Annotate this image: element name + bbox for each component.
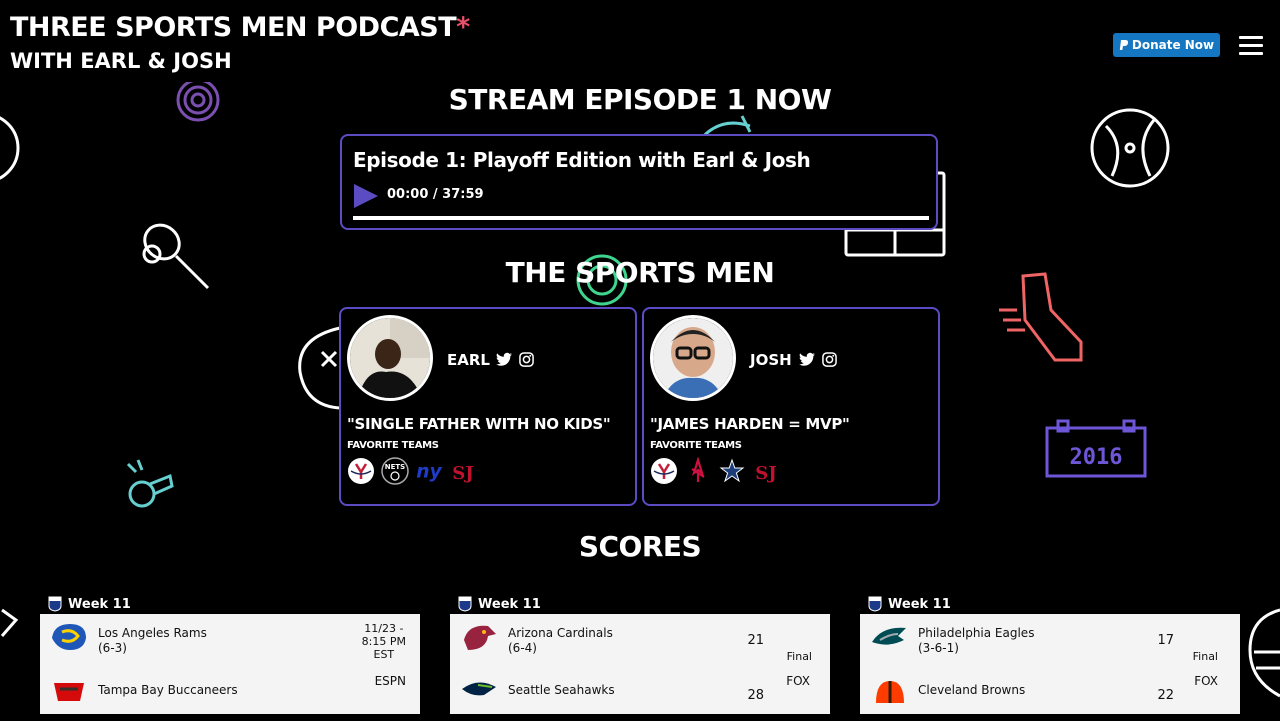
team-score: 28 bbox=[747, 688, 764, 703]
helmet-doodle-icon bbox=[1248, 608, 1280, 698]
week-label-text: Week 11 bbox=[478, 596, 541, 612]
game-card-cardinals-seahawks[interactable]: Arizona Cardinals (6-4) 21 Final Seattle … bbox=[450, 614, 830, 714]
game-card-rams-buccaneers[interactable]: Los Angeles Rams (6-3) 11/23 - 8:15 PM ES… bbox=[40, 614, 420, 714]
team-name: Tampa Bay Buccaneers bbox=[98, 683, 238, 697]
team-row: Tampa Bay Buccaneers bbox=[40, 669, 420, 721]
josh-photo bbox=[653, 318, 733, 398]
stream-heading: STREAM EPISODE 1 NOW bbox=[448, 83, 832, 116]
giants-logo-icon: ny bbox=[415, 457, 443, 485]
svg-text:NETS: NETS bbox=[385, 463, 405, 471]
flag-doodle-icon bbox=[0, 608, 18, 637]
progress-bar[interactable] bbox=[353, 216, 929, 220]
favorite-teams-list: SJ bbox=[650, 457, 780, 485]
game-network: ESPN bbox=[374, 674, 406, 688]
rams-logo-icon bbox=[52, 624, 86, 650]
favorite-teams-label: FAVORITE TEAMS bbox=[347, 440, 439, 451]
week-label-text: Week 11 bbox=[68, 596, 131, 612]
team-name: Los Angeles Rams (6-3) bbox=[98, 626, 207, 655]
host-card-earl: EARL "SINGLE FATHER WITH NO KIDS" FAVORI… bbox=[339, 307, 637, 506]
team-row: Seattle Seahawks 28 bbox=[450, 669, 830, 721]
team-score: 21 bbox=[747, 633, 764, 648]
site-title-star: * bbox=[456, 12, 470, 43]
play-icon[interactable] bbox=[353, 183, 379, 209]
game-status: Final bbox=[786, 650, 812, 663]
st-johns-logo-icon: SJ bbox=[449, 457, 477, 485]
team-name: Cleveland Browns bbox=[918, 683, 1026, 697]
host-name: EARL bbox=[447, 351, 490, 369]
hamburger-menu-icon[interactable] bbox=[1239, 36, 1263, 56]
scoreboard-2016-doodle-icon: 2016 bbox=[1045, 419, 1147, 478]
buccaneers-logo-icon bbox=[54, 683, 84, 701]
team-name: Seattle Seahawks bbox=[508, 683, 615, 697]
host-card-josh: JOSH "JAMES HARDEN = MVP" FAVORITE TEAMS… bbox=[642, 307, 940, 506]
week-label: Week 11 bbox=[458, 596, 541, 612]
favorite-teams-list: NETS ny SJ bbox=[347, 457, 477, 485]
site-title[interactable]: THREE SPORTS MEN PODCAST* WITH EARL & JO… bbox=[10, 10, 470, 76]
host-quote: "SINGLE FATHER WITH NO KIDS" bbox=[347, 415, 611, 433]
game-network: FOX bbox=[786, 674, 810, 688]
twitter-icon[interactable] bbox=[799, 352, 815, 367]
svg-text:2016: 2016 bbox=[1070, 445, 1123, 470]
site-title-line-1: THREE SPORTS MEN PODCAST* bbox=[10, 10, 470, 46]
site-subtitle: WITH EARL & JOSH bbox=[10, 49, 232, 73]
donate-button-label: Donate Now bbox=[1131, 38, 1215, 52]
yankees-logo-icon bbox=[650, 457, 678, 485]
game-card-eagles-browns[interactable]: Philadelphia Eagles (3-6-1) 17 Final Clev… bbox=[860, 614, 1240, 714]
week-label: Week 11 bbox=[868, 596, 951, 612]
football-doodle-icon bbox=[298, 326, 341, 410]
st-johns-logo-icon: SJ bbox=[752, 457, 780, 485]
browns-logo-icon bbox=[876, 681, 904, 703]
team-name: Arizona Cardinals (6-4) bbox=[508, 626, 613, 655]
host-quote: "JAMES HARDEN = MVP" bbox=[650, 415, 850, 433]
eagles-logo-icon bbox=[872, 627, 906, 645]
svg-text:ny: ny bbox=[416, 462, 442, 483]
team-score: 22 bbox=[1157, 688, 1174, 703]
team-row: Cleveland Browns 22 bbox=[860, 669, 1240, 721]
rockets-logo-icon bbox=[684, 457, 712, 485]
cardinals-logo-icon bbox=[464, 625, 496, 650]
cowboys-logo-icon bbox=[718, 457, 746, 485]
team-row: Arizona Cardinals (6-4) 21 bbox=[450, 614, 830, 666]
playback-time: 00:00 / 37:59 bbox=[387, 187, 484, 202]
team-score: 17 bbox=[1157, 633, 1174, 648]
earl-photo bbox=[350, 318, 430, 398]
week-label: Week 11 bbox=[48, 596, 131, 612]
seahawks-logo-icon bbox=[462, 682, 496, 696]
scores-heading: SCORES bbox=[578, 530, 702, 563]
ball-doodle-icon bbox=[0, 116, 20, 180]
favorite-teams-label: FAVORITE TEAMS bbox=[650, 440, 742, 451]
nets-logo-icon: NETS bbox=[381, 457, 409, 485]
game-network: FOX bbox=[1194, 674, 1218, 688]
instagram-icon[interactable] bbox=[519, 352, 534, 367]
week-label-text: Week 11 bbox=[888, 596, 951, 612]
site-title-text: THREE SPORTS MEN PODCAST bbox=[10, 12, 457, 43]
game-status: 11/23 - 8:15 PM EST bbox=[361, 622, 406, 661]
episode-title: Episode 1: Playoff Edition with Earl & J… bbox=[353, 148, 811, 172]
avatar bbox=[347, 315, 433, 401]
svg-text:SJ: SJ bbox=[755, 463, 777, 484]
yankees-logo-icon bbox=[347, 457, 375, 485]
instagram-icon[interactable] bbox=[822, 352, 837, 367]
nfl-icon bbox=[458, 596, 472, 612]
whistle-doodle-icon bbox=[126, 459, 174, 508]
game-status: Final bbox=[1192, 650, 1218, 663]
nfl-icon bbox=[48, 596, 62, 612]
team-row: Philadelphia Eagles (3-6-1) 17 bbox=[860, 614, 1240, 666]
hosts-heading: THE SPORTS MEN bbox=[505, 256, 775, 289]
donate-button[interactable]: Donate Now bbox=[1113, 33, 1220, 57]
avatar bbox=[650, 315, 736, 401]
audio-player: Episode 1: Playoff Edition with Earl & J… bbox=[340, 134, 938, 230]
team-name: Philadelphia Eagles (3-6-1) bbox=[918, 626, 1035, 655]
host-name: JOSH bbox=[750, 351, 792, 369]
nfl-icon bbox=[868, 596, 882, 612]
svg-text:SJ: SJ bbox=[452, 463, 474, 484]
paypal-icon bbox=[1119, 40, 1128, 50]
twitter-icon[interactable] bbox=[496, 352, 512, 367]
baseball-doodle-icon bbox=[1090, 108, 1170, 188]
